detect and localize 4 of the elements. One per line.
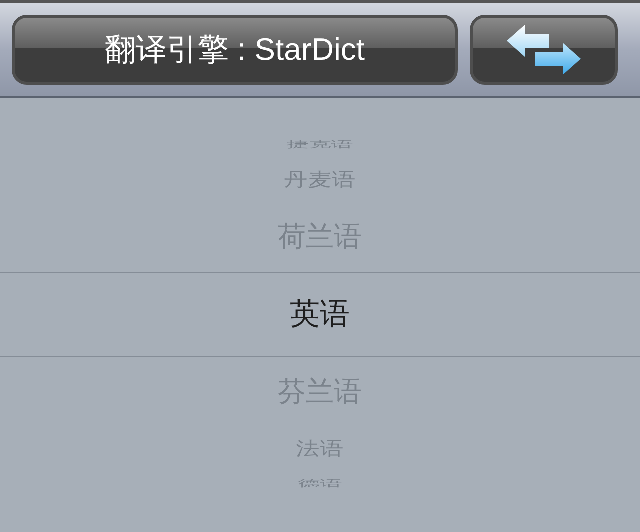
swap-arrows-icon — [507, 24, 581, 74]
swap-button[interactable] — [470, 14, 618, 84]
engine-button[interactable]: 翻译引擎 : StarDict — [12, 14, 458, 84]
language-option[interactable]: 英语 — [290, 300, 350, 330]
